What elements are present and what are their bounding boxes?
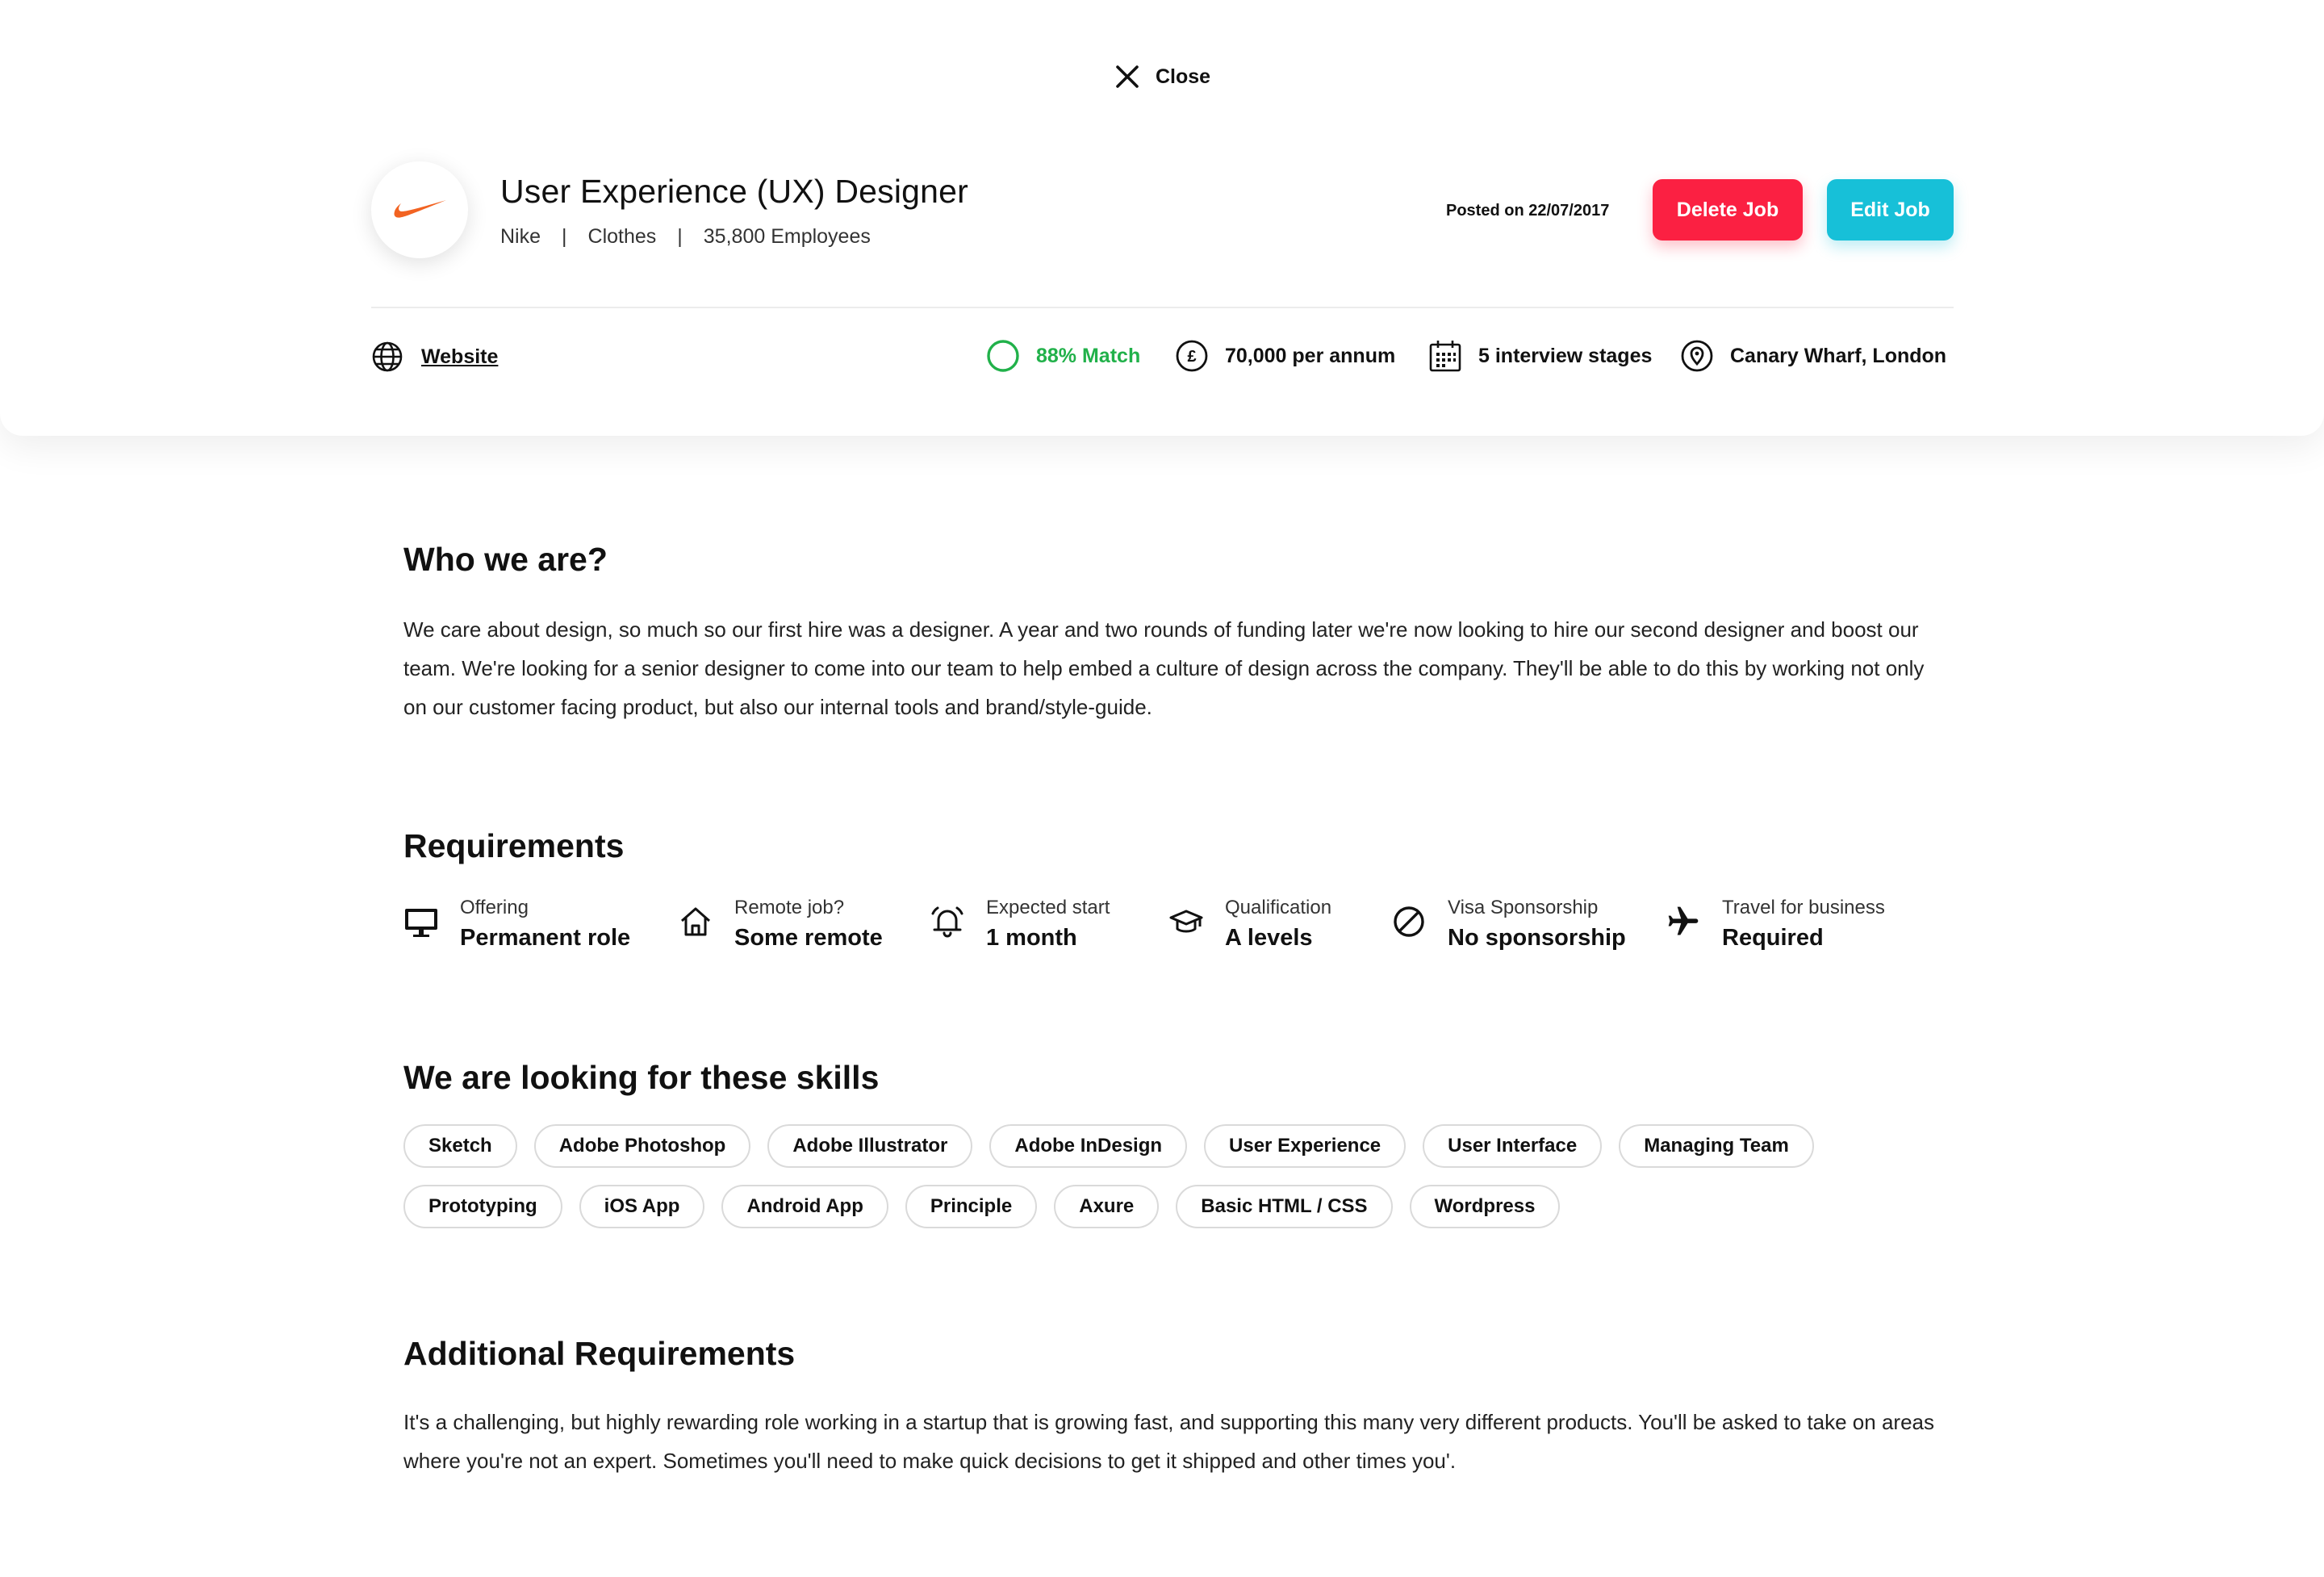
requirement-qualification: Qualification A levels [1168, 894, 1331, 954]
meta-separator: | [677, 225, 683, 248]
skill-chip[interactable]: Basic HTML / CSS [1176, 1185, 1393, 1228]
nike-swoosh-icon [391, 198, 448, 222]
requirement-travel: Travel for business Required [1666, 894, 1885, 954]
skill-chip[interactable]: Managing Team [1619, 1124, 1814, 1168]
section-title-skills: We are looking for these skills [403, 1059, 880, 1096]
match-stat: 88% Match [986, 339, 1140, 373]
delete-job-button[interactable]: Delete Job [1653, 179, 1803, 241]
skill-chip[interactable]: Prototyping [403, 1185, 562, 1228]
interview-stages-value: 5 interview stages [1478, 344, 1653, 367]
skill-chip[interactable]: Sketch [403, 1124, 517, 1168]
interview-stages-stat: 5 interview stages [1428, 339, 1652, 373]
requirement-remote: Remote job? Some remote [678, 894, 883, 954]
requirement-value: 1 month [986, 925, 1077, 951]
requirement-start: Expected start 1 month [930, 894, 1110, 954]
skill-chip[interactable]: User Experience [1204, 1124, 1407, 1168]
requirement-label: Offering [460, 897, 529, 918]
salary-stat: £ 70,000 per annum [1175, 339, 1395, 373]
requirement-value: A levels [1225, 925, 1313, 951]
skill-chip[interactable]: Adobe InDesign [989, 1124, 1188, 1168]
location-stat: Canary Wharf, London [1680, 339, 1946, 373]
skill-chip[interactable]: Adobe Illustrator [767, 1124, 973, 1168]
location-value: Canary Wharf, London [1730, 344, 1947, 367]
website-label: Website [421, 345, 499, 368]
monitor-icon [403, 904, 439, 939]
meta-separator: | [562, 225, 567, 248]
company-meta: Nike | Clothes | 35,800 Employees [500, 225, 871, 249]
section-title-requirements: Requirements [403, 827, 625, 864]
requirement-label: Visa Sponsorship [1448, 897, 1599, 918]
requirement-label: Expected start [986, 897, 1110, 918]
skill-chip[interactable]: Android App [721, 1185, 888, 1228]
close-icon [1114, 63, 1141, 90]
edit-job-button[interactable]: Edit Job [1827, 179, 1954, 241]
skill-chip[interactable]: Principle [905, 1185, 1038, 1228]
job-header-card: Close User Experience (UX) Designer Nike… [0, 0, 2324, 436]
no-entry-icon [1391, 904, 1427, 939]
match-value: 88% Match [1036, 344, 1141, 367]
graduation-cap-icon [1168, 904, 1204, 939]
svg-text:£: £ [1187, 348, 1196, 366]
globe-icon [371, 341, 403, 373]
salary-value: 70,000 per annum [1225, 344, 1396, 367]
skill-chip[interactable]: Wordpress [1409, 1185, 1561, 1228]
company-industry: Clothes [587, 225, 657, 248]
requirement-value: No sponsorship [1448, 925, 1626, 951]
location-pin-icon [1680, 339, 1714, 373]
company-employees: 35,800 Employees [703, 225, 871, 248]
job-title: User Experience (UX) Designer [500, 173, 969, 210]
skill-chip[interactable]: User Interface [1423, 1124, 1603, 1168]
company-name: Nike [500, 225, 541, 248]
requirement-offering: Offering Permanent role [403, 894, 630, 954]
pound-icon: £ [1175, 339, 1209, 373]
skill-chip[interactable]: Axure [1054, 1185, 1160, 1228]
close-button[interactable]: Close [1114, 63, 1210, 90]
home-icon [678, 904, 713, 939]
skill-chip[interactable]: Adobe Photoshop [533, 1124, 751, 1168]
section-title-about: Who we are? [403, 541, 608, 578]
requirement-value: Permanent role [460, 925, 631, 951]
alarm-icon [930, 904, 965, 939]
posted-date: Posted on 22/07/2017 [1446, 202, 1610, 220]
close-label: Close [1156, 65, 1211, 88]
about-body: We care about design, so much so our fir… [403, 617, 1925, 719]
requirement-label: Remote job? [734, 897, 845, 918]
skill-chip-list: Sketch Adobe Photoshop Adobe Illustrator… [403, 1124, 1937, 1245]
website-link[interactable]: Website [371, 341, 498, 373]
skill-chip[interactable]: iOS App [579, 1185, 705, 1228]
company-logo [371, 161, 468, 258]
airplane-icon [1666, 904, 1701, 939]
requirement-label: Qualification [1225, 897, 1332, 918]
section-title-additional: Additional Requirements [403, 1335, 796, 1372]
requirement-visa: Visa Sponsorship No sponsorship [1391, 894, 1626, 954]
header-divider [371, 307, 1954, 308]
requirement-value: Some remote [734, 925, 883, 951]
calendar-icon [1428, 339, 1462, 373]
requirement-label: Travel for business [1722, 897, 1885, 918]
additional-body: It's a challenging, but highly rewarding… [403, 1410, 1934, 1473]
requirement-value: Required [1722, 925, 1824, 951]
match-ring-icon [986, 339, 1020, 373]
